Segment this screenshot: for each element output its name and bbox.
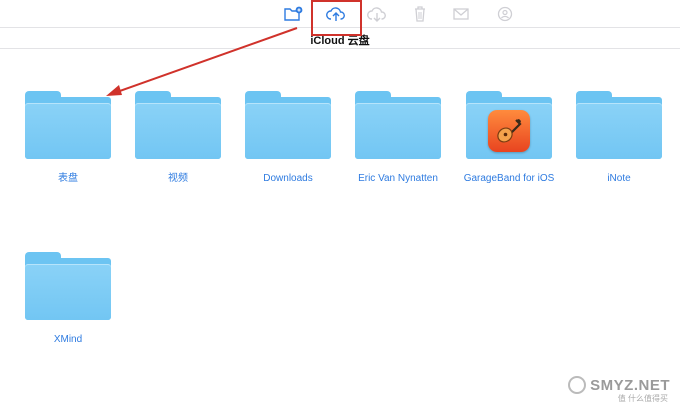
new-folder-icon[interactable] <box>282 4 304 24</box>
garageband-icon <box>488 110 530 152</box>
watermark-subtext: 值 什么值得买 <box>617 394 668 402</box>
folder-label: Eric Van Nynatten <box>358 173 438 184</box>
folder-item[interactable]: XMind <box>18 252 118 346</box>
folder-label: GarageBand for iOS <box>463 173 555 184</box>
page-title: iCloud 云盘 <box>310 35 370 47</box>
download-icon[interactable] <box>366 4 388 24</box>
watermark-logo-icon <box>568 376 587 394</box>
folder-icon <box>466 91 552 159</box>
folder-icon <box>25 91 111 159</box>
watermark: SMYZ.NET <box>568 376 670 394</box>
toolbar <box>0 0 680 28</box>
folder-label: iNote <box>607 173 631 184</box>
folder-item[interactable]: 表盘 <box>18 91 118 185</box>
folder-item[interactable]: Eric Van Nynatten <box>348 91 448 185</box>
folder-label: 视频 <box>168 173 188 184</box>
folder-label: Downloads <box>263 173 313 184</box>
watermark-text: SMYZ.NET <box>590 376 670 394</box>
mail-icon[interactable] <box>450 4 472 24</box>
folder-icon <box>355 91 441 159</box>
folder-item[interactable]: 视频 <box>128 91 228 185</box>
folder-item[interactable]: GarageBand for iOS <box>459 91 559 185</box>
folder-icon <box>245 91 331 159</box>
title-bar: iCloud 云盘 <box>0 29 680 49</box>
folder-label: XMind <box>53 334 83 345</box>
folder-icon <box>135 91 221 159</box>
folder-item[interactable]: Downloads <box>238 91 338 185</box>
trash-icon[interactable] <box>409 4 431 24</box>
folder-label: 表盘 <box>58 173 78 184</box>
share-icon[interactable] <box>494 4 516 24</box>
icloud-drive-window: iCloud 云盘 表盘 视频 Downloads Eric Van Nynat… <box>0 0 680 402</box>
folder-icon <box>576 91 662 159</box>
folder-icon <box>25 252 111 320</box>
upload-icon[interactable] <box>325 4 347 24</box>
folder-item[interactable]: iNote <box>569 91 669 185</box>
